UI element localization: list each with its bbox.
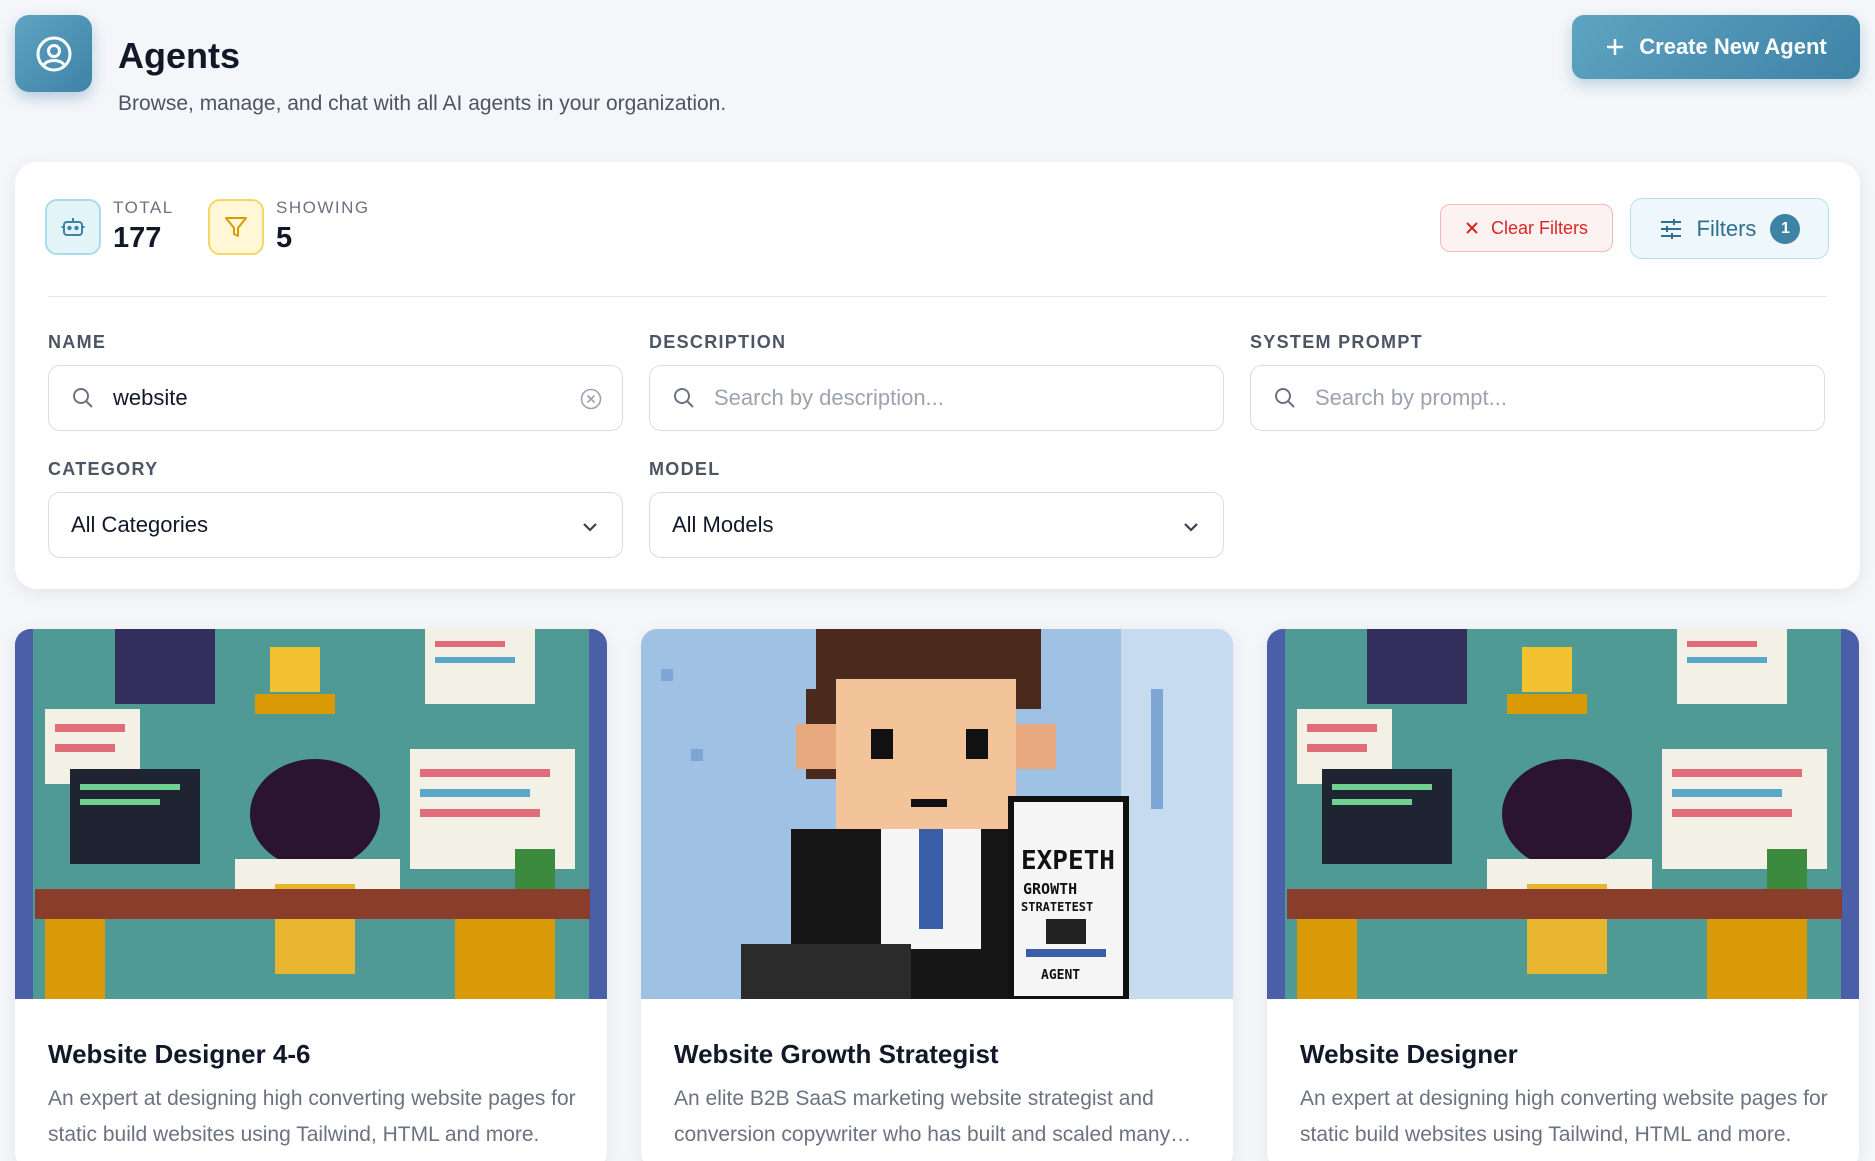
description-filter: DESCRIPTION Search by description... <box>649 332 1224 431</box>
circle-x-icon[interactable] <box>580 388 602 410</box>
user-circle-icon <box>15 15 92 92</box>
model-selected-value: All Models <box>672 512 774 537</box>
category-selected-value: All Categories <box>71 512 208 537</box>
filter-panel: TOTAL 177 SHOWING 5 Clear Filters Filter… <box>15 162 1860 589</box>
sign-line-2: GROWTH <box>1023 880 1077 898</box>
agent-card-description: An expert at designing high converting w… <box>48 1087 576 1146</box>
create-new-agent-button[interactable]: Create New Agent <box>1572 15 1860 79</box>
clear-filters-button[interactable]: Clear Filters <box>1440 204 1613 252</box>
agent-avatar-image <box>1267 629 1859 999</box>
system-prompt-filter-label: SYSTEM PROMPT <box>1250 332 1423 352</box>
showing-stat: SHOWING 5 <box>208 198 370 255</box>
search-icon <box>674 388 694 408</box>
plus-icon <box>1607 39 1624 55</box>
divider <box>48 296 1827 297</box>
active-filter-count-badge: 1 <box>1770 213 1801 244</box>
name-search-value: website <box>113 385 188 410</box>
create-button-label: Create New Agent <box>1639 34 1827 59</box>
name-filter: NAME website <box>48 332 623 431</box>
category-select[interactable]: All Categories <box>48 492 623 558</box>
total-label: TOTAL <box>113 198 174 217</box>
robot-icon <box>45 198 101 255</box>
system-prompt-filter: SYSTEM PROMPT Search by prompt... <box>1250 332 1825 431</box>
model-filter-label: MODEL <box>649 459 721 479</box>
agent-card[interactable]: EXPETH GROWTH STRATETEST AGENT Website G… <box>641 629 1233 1161</box>
chevron-down-icon <box>1184 523 1198 532</box>
agent-card[interactable]: Website Designer An expert at designing … <box>1267 629 1859 1161</box>
agent-card-title: Website Growth Strategist <box>674 1039 999 1069</box>
category-filter: CATEGORY All Categories <box>48 459 623 558</box>
model-filter: MODEL All Models <box>649 459 1224 558</box>
sign-line-1: EXPETH <box>1021 846 1115 876</box>
name-filter-label: NAME <box>48 332 107 352</box>
name-search-input[interactable]: website <box>48 365 623 431</box>
showing-label: SHOWING <box>276 198 370 217</box>
description-filter-label: DESCRIPTION <box>649 332 787 352</box>
filter-funnel-icon <box>208 198 264 255</box>
page-subtitle: Browse, manage, and chat with all AI age… <box>118 92 727 115</box>
model-select[interactable]: All Models <box>649 492 1224 558</box>
agent-card[interactable]: Website Designer 4-6 An expert at design… <box>15 629 607 1161</box>
sliders-icon <box>1660 218 1681 239</box>
total-value: 177 <box>113 222 162 254</box>
filters-label: Filters <box>1696 215 1757 241</box>
search-icon <box>1275 388 1295 408</box>
category-filter-label: CATEGORY <box>48 459 159 479</box>
total-stat: TOTAL 177 <box>45 198 174 255</box>
clear-filters-label: Clear Filters <box>1490 217 1588 238</box>
page-header: Agents Browse, manage, and chat with all… <box>15 15 1860 115</box>
sign-line-4: AGENT <box>1041 968 1080 983</box>
system-prompt-search-input[interactable]: Search by prompt... <box>1250 365 1825 431</box>
agent-card-title: Website Designer 4-6 <box>48 1039 311 1069</box>
showing-value: 5 <box>276 222 293 254</box>
description-search-input[interactable]: Search by description... <box>649 365 1224 431</box>
description-search-placeholder: Search by description... <box>714 385 944 410</box>
sign-line-3: STRATETEST <box>1021 900 1093 914</box>
agent-card-description: An elite B2B SaaS marketing website stra… <box>674 1087 1171 1146</box>
search-icon <box>73 388 93 408</box>
agent-avatar-image <box>15 629 607 999</box>
system-prompt-search-placeholder: Search by prompt... <box>1315 385 1507 410</box>
page-title: Agents <box>118 35 241 76</box>
chevron-down-icon <box>583 523 597 532</box>
agent-card-title: Website Designer <box>1300 1039 1518 1069</box>
agent-card-description: An expert at designing high converting w… <box>1300 1087 1828 1146</box>
close-icon <box>1466 222 1478 234</box>
filters-button[interactable]: Filters 1 <box>1630 198 1829 259</box>
agent-avatar-image: EXPETH GROWTH STRATETEST AGENT <box>641 629 1233 999</box>
